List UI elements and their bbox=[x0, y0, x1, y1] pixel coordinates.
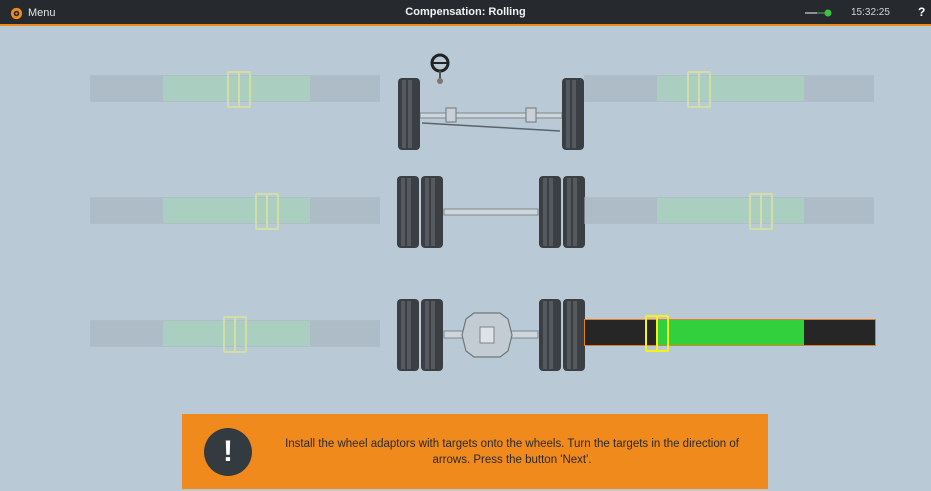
axle-row-rear bbox=[8, 294, 923, 394]
gauge-gray-left bbox=[91, 198, 163, 223]
gauge-middle-left bbox=[90, 193, 380, 230]
gauge-marker bbox=[223, 316, 247, 353]
gauge-middle-right bbox=[584, 193, 874, 230]
gauge-dark-right bbox=[804, 320, 875, 345]
gauge-green bbox=[163, 198, 310, 223]
axle-row-middle bbox=[8, 171, 923, 271]
instruction-text: Install the wheel adaptors with targets … bbox=[285, 438, 739, 466]
gauge-gray-right bbox=[310, 321, 380, 346]
gauge-gray-left bbox=[91, 76, 163, 101]
gauge-gray-left bbox=[585, 76, 657, 101]
clock: 15:32:25 bbox=[851, 7, 890, 18]
top-bar: Menu Compensation: Rolling 15:32:25 ? bbox=[0, 0, 931, 26]
gauge-rear-left bbox=[90, 316, 380, 353]
gauge-gray-left bbox=[585, 198, 657, 223]
gauge-green bbox=[657, 76, 804, 101]
gauge-rear-right bbox=[584, 315, 876, 352]
gauge-front-left bbox=[90, 71, 380, 108]
instruction-panel: ! Install the wheel adaptors with target… bbox=[182, 414, 768, 489]
help-button[interactable]: ? bbox=[918, 5, 925, 19]
gauge-gray-right bbox=[804, 76, 874, 101]
page-title: Compensation: Rolling bbox=[405, 6, 526, 18]
gauge-gray-right bbox=[804, 198, 874, 223]
gauge-front-right bbox=[584, 71, 874, 108]
gauge-green bbox=[657, 198, 804, 223]
gauge-gray-right bbox=[310, 76, 380, 101]
gauge-marker-active bbox=[645, 315, 669, 352]
gauge-marker bbox=[227, 71, 251, 108]
dual-axle-icon bbox=[397, 176, 585, 248]
axle-row-front bbox=[8, 48, 923, 150]
drive-axle-icon bbox=[397, 299, 585, 371]
gauge-gray-right bbox=[310, 198, 380, 223]
gauge-green bbox=[657, 320, 804, 345]
gauge-marker bbox=[749, 193, 773, 230]
gauge-marker bbox=[255, 193, 279, 230]
gauge-marker bbox=[687, 71, 711, 108]
gauge-gray-left bbox=[91, 321, 163, 346]
exclamation-icon: ! bbox=[204, 428, 252, 476]
connection-status-icon bbox=[805, 9, 832, 17]
steer-axle-icon bbox=[398, 53, 584, 150]
